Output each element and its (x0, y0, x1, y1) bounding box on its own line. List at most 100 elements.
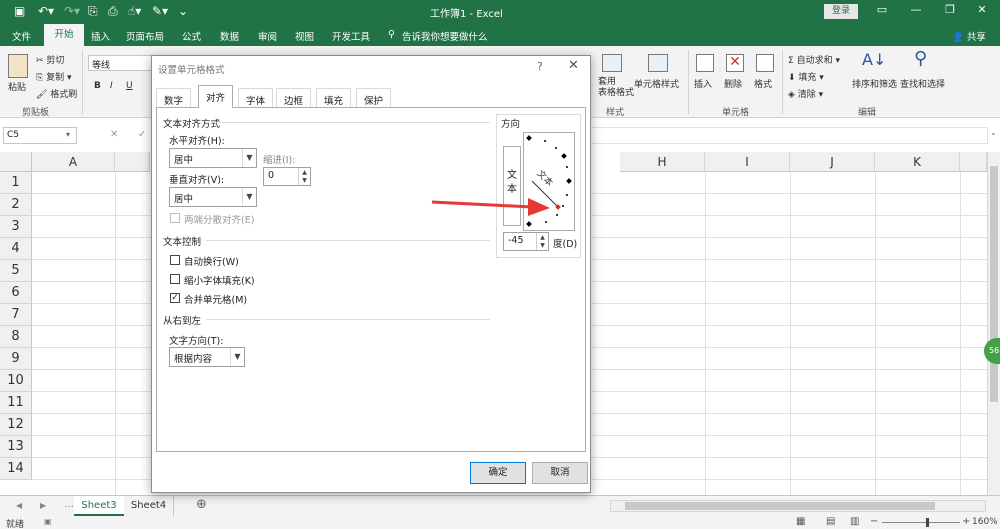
tab-fill[interactable]: 填充 (316, 88, 352, 107)
format-painter-button[interactable]: 🖌 格式刷 (36, 87, 77, 100)
undo-icon[interactable]: ↶▾ (38, 4, 54, 18)
column-header-i[interactable]: I (705, 152, 790, 172)
spin-down-icon[interactable]: ▼ (536, 241, 548, 250)
row-header[interactable]: 1 (0, 172, 32, 194)
maximize-icon[interactable]: ❐ (940, 3, 960, 16)
horizontal-scrollbar-thumb[interactable] (625, 502, 935, 510)
tab-formulas[interactable]: 公式 (182, 29, 201, 43)
underline-button[interactable]: U (126, 81, 133, 91)
format-painter-qa-icon[interactable]: ✎▾ (152, 4, 168, 18)
zoom-slider-thumb[interactable] (926, 518, 929, 527)
insert-cells-icon[interactable] (696, 54, 714, 72)
find-select-button[interactable]: 查找和选择 (900, 77, 945, 90)
tab-review[interactable]: 审阅 (258, 29, 277, 43)
page-break-view-icon[interactable]: ▥ (850, 516, 859, 527)
column-header-h[interactable]: H (620, 152, 705, 172)
tab-developer[interactable]: 开发工具 (332, 29, 370, 43)
delete-cells-button[interactable]: 删除 (724, 77, 742, 90)
cell-style-button[interactable]: 单元格样式 (634, 77, 679, 90)
horizontal-alignment-select[interactable]: 居中 ▼ (169, 148, 257, 168)
cell-style-icon[interactable] (648, 54, 668, 72)
row-header[interactable]: 11 (0, 392, 32, 414)
zoom-slider[interactable] (882, 522, 960, 523)
minimize-icon[interactable]: — (906, 3, 926, 16)
bold-button[interactable]: B (94, 81, 101, 91)
cancel-formula-icon[interactable]: ✕ (110, 129, 118, 140)
justify-distributed-checkbox[interactable] (170, 213, 180, 223)
tab-page-layout[interactable]: 页面布局 (126, 29, 164, 43)
text-direction-select[interactable]: 根据内容 ▼ (169, 347, 245, 367)
tab-number[interactable]: 数字 (156, 88, 192, 107)
cancel-button[interactable]: 取消 (532, 462, 588, 484)
close-window-icon[interactable]: ✕ (972, 3, 992, 16)
zoom-level[interactable]: 160% (972, 517, 998, 527)
macro-record-icon[interactable]: ▣ (44, 517, 52, 526)
fill-button[interactable]: ⬇ 填充 ▾ (788, 70, 824, 83)
zoom-out-icon[interactable]: − (870, 516, 878, 527)
copy-qa-icon[interactable]: ⎘ (88, 4, 98, 19)
select-all-corner[interactable] (0, 152, 32, 172)
table-format-button[interactable]: 套用 表格格式 (598, 77, 634, 99)
tab-file[interactable]: 文件 (12, 29, 31, 43)
wrap-text-checkbox[interactable] (170, 255, 180, 265)
column-header-l[interactable] (960, 152, 987, 172)
ribbon-display-icon[interactable]: ▭ (872, 3, 892, 16)
print-preview-icon[interactable]: ⎙ (108, 4, 118, 19)
column-header-a[interactable]: A (32, 152, 115, 172)
tab-border[interactable]: 边框 (276, 88, 312, 107)
row-header[interactable]: 13 (0, 436, 32, 458)
save-icon[interactable]: ▣ (14, 4, 25, 18)
insert-cells-button[interactable]: 插入 (694, 77, 712, 90)
confirm-formula-icon[interactable]: ✓ (138, 129, 146, 140)
autosum-button[interactable]: Σ 自动求和 ▾ (788, 53, 840, 66)
row-header[interactable]: 10 (0, 370, 32, 392)
paste-icon[interactable] (8, 54, 28, 78)
redo-icon[interactable]: ↷▾ (64, 4, 80, 18)
row-header[interactable]: 14 (0, 458, 32, 480)
tab-insert[interactable]: 插入 (91, 29, 110, 43)
format-cells-icon[interactable] (756, 54, 774, 72)
tab-alignment[interactable]: 对齐 (198, 85, 234, 108)
spin-down-icon[interactable]: ▼ (298, 176, 310, 185)
more-sheets-icon[interactable]: … (64, 499, 74, 510)
column-header-b[interactable] (115, 152, 150, 172)
row-header[interactable]: 7 (0, 304, 32, 326)
vertical-scrollbar-thumb[interactable] (990, 166, 998, 402)
page-layout-view-icon[interactable]: ▤ (826, 516, 835, 527)
italic-button[interactable]: I (110, 81, 113, 91)
touch-mode-icon[interactable]: ☝▾ (128, 4, 141, 18)
sort-filter-icon[interactable]: A↓ (862, 50, 886, 69)
clear-button[interactable]: ◈ 清除 ▾ (788, 87, 823, 100)
sort-filter-button[interactable]: 排序和筛选 (852, 77, 897, 90)
tell-me-input[interactable]: 告诉我你想要做什么 (402, 29, 488, 43)
row-header[interactable]: 12 (0, 414, 32, 436)
help-button[interactable]: ? (537, 60, 543, 73)
degrees-spinner[interactable]: -45 ▲ ▼ (503, 232, 549, 251)
column-header-j[interactable]: J (790, 152, 875, 172)
horizontal-scrollbar[interactable] (610, 500, 986, 512)
ok-button[interactable]: 确定 (470, 462, 526, 484)
vertical-scrollbar[interactable] (987, 152, 1000, 495)
next-sheet-icon[interactable]: ▶ (40, 501, 46, 510)
find-icon[interactable]: ⚲ (914, 48, 927, 69)
tab-data[interactable]: 数据 (220, 29, 239, 43)
normal-view-icon[interactable]: ▦ (796, 516, 805, 527)
row-header[interactable]: 3 (0, 216, 32, 238)
row-header[interactable]: 2 (0, 194, 32, 216)
font-name-select[interactable]: 等线 (88, 55, 152, 71)
zoom-in-icon[interactable]: + (962, 516, 970, 527)
format-cells-button[interactable]: 格式 (754, 77, 772, 90)
sheet-tab-sheet3[interactable]: Sheet3 (74, 496, 124, 516)
tab-font[interactable]: 字体 (238, 88, 274, 107)
tab-home[interactable]: 开始 (44, 24, 84, 46)
vertical-alignment-select[interactable]: 居中 ▼ (169, 187, 257, 207)
formula-input[interactable] (590, 127, 988, 144)
paste-button[interactable]: 粘贴 (8, 80, 26, 93)
delete-cells-icon[interactable]: ✕ (726, 54, 744, 72)
customize-qa-icon[interactable]: ⌄ (178, 4, 188, 18)
tab-protection[interactable]: 保护 (356, 88, 392, 107)
cut-button[interactable]: ✂ 剪切 (36, 53, 64, 66)
dialog-close-button[interactable]: ✕ (568, 58, 579, 73)
row-header[interactable]: 6 (0, 282, 32, 304)
login-button[interactable]: 登录 (824, 4, 858, 19)
